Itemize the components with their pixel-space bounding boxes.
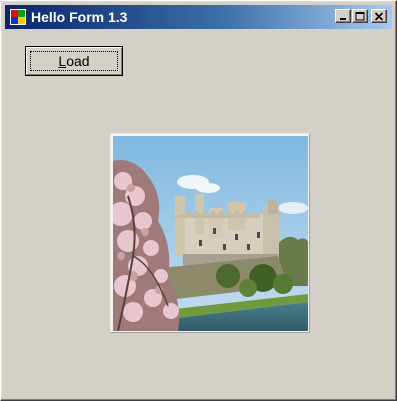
minimize-button[interactable] <box>335 9 351 23</box>
close-icon <box>374 11 384 21</box>
load-label-rest: oad <box>66 53 90 69</box>
picture-box <box>110 133 310 333</box>
window-title: Hello Form 1.3 <box>31 9 128 25</box>
maximize-button[interactable] <box>352 9 368 23</box>
app-window: Hello Form 1.3 Load <box>0 0 397 401</box>
load-button[interactable]: Load <box>25 46 123 76</box>
app-icon[interactable] <box>10 9 26 25</box>
maximize-icon <box>355 11 365 20</box>
form-client-area: Load <box>5 30 392 396</box>
load-button-label: Load <box>26 52 122 70</box>
castle-photo <box>113 136 308 331</box>
close-button[interactable] <box>371 9 387 23</box>
title-bar[interactable]: Hello Form 1.3 <box>5 5 392 29</box>
minimize-icon <box>340 18 346 20</box>
